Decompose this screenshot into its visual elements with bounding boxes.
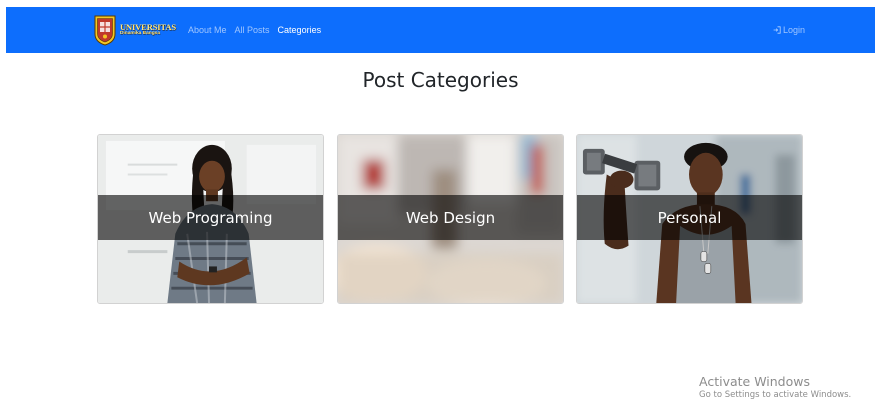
watermark-title: Activate Windows (699, 374, 810, 389)
windows-activation-watermark: Activate Windows Go to Settings to activ… (699, 374, 851, 400)
brand-logo-link[interactable]: UNIVERSITAS Dinamika Bangsa (93, 12, 176, 48)
brand-text: UNIVERSITAS Dinamika Bangsa (120, 23, 176, 37)
university-seal-icon (94, 15, 116, 46)
nav-links: About Me All Posts Categories (188, 7, 329, 53)
login-link[interactable]: Login (773, 7, 805, 53)
nav-link-categories[interactable]: Categories (278, 25, 322, 35)
brand-subtitle: Dinamika Bangsa (120, 31, 160, 37)
category-card-web-design[interactable]: Web Design (337, 134, 564, 304)
category-card-web-programing[interactable]: Web Programing (97, 134, 324, 304)
nav-link-all-posts[interactable]: All Posts (235, 25, 270, 35)
category-overlay: Web Programing (98, 195, 323, 240)
category-overlay: Web Design (338, 195, 563, 240)
category-title: Personal (657, 208, 722, 227)
category-card-personal[interactable]: Personal (576, 134, 803, 304)
login-label: Login (782, 25, 805, 35)
category-title: Web Design (405, 208, 496, 227)
category-title: Web Programing (148, 208, 273, 227)
login-icon (773, 26, 781, 34)
navbar: UNIVERSITAS Dinamika Bangsa About Me All… (6, 7, 875, 53)
page-title: Post Categories (362, 68, 519, 92)
watermark-subtitle: Go to Settings to activate Windows. (699, 390, 852, 400)
nav-link-about-me[interactable]: About Me (188, 25, 227, 35)
page: UNIVERSITAS Dinamika Bangsa About Me All… (0, 0, 881, 403)
category-overlay: Personal (577, 195, 802, 240)
